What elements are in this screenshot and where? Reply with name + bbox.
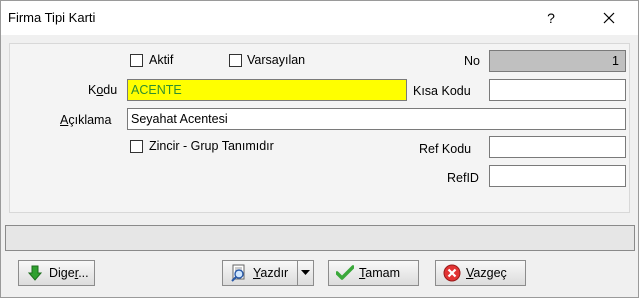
zincir-grup-label: Zincir - Grup Tanımıdır [149,139,274,153]
form-panel: Aktif Varsayılan No 1 Kodu ACENTE Kısa K… [9,43,630,213]
no-field: 1 [489,50,626,72]
aktif-checkbox[interactable] [130,54,143,67]
kisa-kodu-input[interactable] [489,79,626,101]
diger-label: Diger... [49,266,89,280]
kisa-kodu-label: Kısa Kodu [413,84,471,98]
tamam-button[interactable]: Tamam [328,260,419,286]
kodu-label: Kodu [88,83,118,97]
varsayilan-checkbox[interactable] [229,54,242,67]
vazgec-button[interactable]: Vazgeç [435,260,526,286]
aktif-label: Aktif [149,53,174,67]
refid-label: RefID [447,171,479,185]
zincir-grup-checkbox[interactable] [130,140,143,153]
chevron-down-icon [301,270,310,275]
green-checkmark-icon [335,263,355,283]
ref-kodu-input[interactable] [489,136,626,158]
print-preview-icon [229,263,249,283]
green-down-arrow-icon [25,263,45,283]
aciklama-input[interactable]: Seyahat Acentesi [127,108,626,130]
title-bar: Firma Tipi Karti ? [1,1,638,35]
kodu-input[interactable]: ACENTE [127,79,407,101]
window-title: Firma Tipi Karti [8,10,96,25]
refid-input[interactable] [489,165,626,187]
varsayilan-label: Varsayılan [247,53,306,67]
status-bar [5,225,635,251]
close-icon [603,12,615,24]
help-button[interactable]: ? [529,1,573,35]
close-button[interactable] [587,1,631,35]
help-icon: ? [547,10,555,26]
tamam-label: Tamam [359,266,400,280]
yazdir-label: Yazdır [253,266,289,280]
no-label: No [464,54,480,68]
dialog-window: Firma Tipi Karti ? Aktif Varsayılan No 1… [0,0,639,298]
yazdir-button[interactable]: Yazdır [222,260,298,286]
aciklama-label: Açıklama [60,113,112,127]
ref-kodu-label: Ref Kodu [419,142,472,156]
yazdir-dropdown-button[interactable] [297,260,314,286]
diger-button[interactable]: Diger... [18,260,95,286]
red-x-circle-icon [442,263,462,283]
vazgec-label: Vazgeç [466,266,507,280]
